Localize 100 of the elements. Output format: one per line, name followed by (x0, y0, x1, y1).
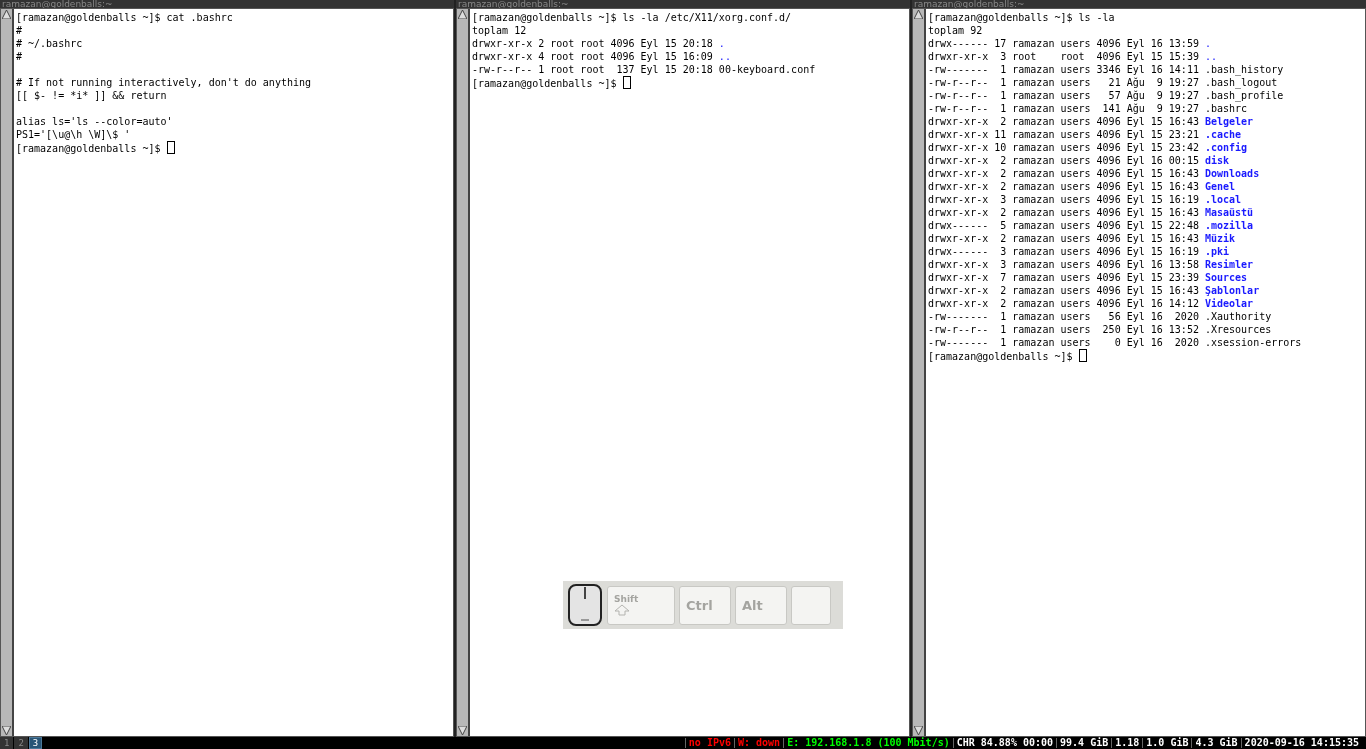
file-listing-line: drwxr-xr-x 2 ramazan users 4096 Eyl 15 16:43 (928, 181, 1199, 192)
file-listing-line: -rw------- 1 ramazan users 3346 Eyl 16 14:11 (928, 64, 1199, 75)
directory-name: disk (1204, 155, 1230, 166)
status-item: W: down (734, 738, 784, 748)
file-listing-line: drwx------ 5 ramazan users 4096 Eyl 15 22:48 (928, 220, 1199, 231)
directory-name: Masaüstü (1204, 207, 1254, 218)
file-name: .bash_profile (1204, 90, 1284, 101)
text-cursor (622, 76, 631, 89)
terminal-line: # ~/.bashrc (16, 38, 83, 49)
blank-key (791, 585, 831, 625)
terminal-line: # If not running interactively, don't do anything (16, 77, 311, 88)
text-cursor (166, 141, 175, 154)
shift-arrow-icon (614, 604, 630, 616)
shell-prompt: [ramazan@goldenballs ~]$ (16, 143, 161, 154)
directory-name: .cache (1204, 129, 1242, 140)
terminal-line: [ramazan@goldenballs ~]$ ls -la /etc/X11/xorg.conf.d/ (472, 12, 792, 23)
directory-name: .. (718, 51, 731, 62)
terminal-line: # (16, 51, 23, 62)
workspace-button[interactable]: 1 (0, 737, 14, 749)
file-listing-line: drwxr-xr-x 3 ramazan users 4096 Eyl 15 16:19 (928, 194, 1199, 205)
directory-name: Müzik (1204, 233, 1236, 244)
directory-name: Downloads (1204, 168, 1260, 179)
window-title: ramazan@goldenballs:~ (912, 0, 1366, 8)
file-listing-line: -rw-r--r-- 1 ramazan users 21 Ağu 9 19:27 (928, 77, 1199, 88)
file-listing-line: -rw-r--r-- 1 ramazan users 250 Eyl 16 13:52 (928, 324, 1199, 335)
file-listing-line: drwxr-xr-x 2 ramazan users 4096 Eyl 16 14:12 (928, 298, 1199, 309)
directory-name: Genel (1204, 181, 1236, 192)
status-item: no IPv6 (684, 738, 734, 748)
file-listing-line: drwxr-xr-x 2 ramazan users 4096 Eyl 15 16:43 (928, 168, 1199, 179)
file-name: .xsession-errors (1204, 337, 1302, 348)
file-listing-line: drwxr-xr-x 11 ramazan users 4096 Eyl 15 23:21 (928, 129, 1199, 140)
directory-name: .. (1204, 51, 1217, 62)
file-name: .Xresources (1204, 324, 1272, 335)
directory-name: Resimler (1204, 259, 1254, 270)
file-listing-line: drwxr-xr-x 3 ramazan users 4096 Eyl 16 13:58 (928, 259, 1199, 270)
terminal-line: [ramazan@goldenballs ~]$ ls -la (928, 12, 1115, 23)
terminal-line: toplam 92 (928, 25, 983, 36)
file-listing-line: -rw-r--r-- 1 ramazan users 141 Ağu 9 19:27 (928, 103, 1199, 114)
file-listing-line: drwxr-xr-x 7 ramazan users 4096 Eyl 15 23:39 (928, 272, 1199, 283)
directory-name: . (718, 38, 725, 49)
status-item: CHR 84.88% 00:00 (952, 738, 1057, 748)
file-name: .bashrc (1204, 103, 1248, 114)
file-name: .Xauthority (1204, 311, 1272, 322)
text-cursor (1078, 349, 1087, 362)
scroll-down-icon[interactable] (2, 726, 11, 735)
file-listing-line: drwxr-xr-x 3 root root 4096 Eyl 15 15:39 (928, 51, 1199, 62)
status-item: 4.3 GiB (1191, 738, 1241, 748)
directory-name: Sources (1204, 272, 1248, 283)
directory-name: .local (1204, 194, 1242, 205)
workspace-button[interactable]: 3 (28, 737, 43, 749)
scroll-up-icon[interactable] (914, 10, 923, 19)
directory-name: Belgeler (1204, 116, 1254, 127)
scrollbar[interactable] (457, 9, 470, 736)
scroll-down-icon[interactable] (458, 726, 467, 735)
file-listing-line: -rw-r--r-- 1 ramazan users 57 Ağu 9 19:27 (928, 90, 1199, 101)
status-item: E: 192.168.1.8 (100 Mbit/s) (783, 738, 953, 748)
file-listing-line: drwxr-xr-x 2 ramazan users 4096 Eyl 15 16:43 (928, 285, 1199, 296)
file-listing-line: drwxr-xr-x 4 root root 4096 Eyl 15 16:09 (472, 51, 713, 62)
window-title: ramazan@goldenballs:~ (0, 0, 454, 8)
scroll-up-icon[interactable] (458, 10, 467, 19)
file-listing-line: -rw-r--r-- 1 root root 137 Eyl 15 20:18 (472, 64, 713, 75)
file-listing-line: drwxr-xr-x 2 ramazan users 4096 Eyl 15 16:43 (928, 116, 1199, 127)
scrollbar[interactable] (913, 9, 926, 736)
terminal-line: [[ $- != *i* ]] && return (16, 90, 167, 101)
window-title: ramazan@goldenballs:~ (456, 0, 910, 8)
terminal-line: alias ls='ls --color=auto' (16, 116, 173, 127)
terminal-line: PS1='[\u@\h \W]\$ ' (16, 129, 131, 140)
directory-name: .config (1204, 142, 1248, 153)
terminal-line: [ramazan@goldenballs ~]$ cat .bashrc (16, 12, 233, 23)
terminal-line: toplam 12 (472, 25, 527, 36)
file-name: 00-keyboard.conf (718, 64, 816, 75)
shell-prompt: [ramazan@goldenballs ~]$ (928, 351, 1073, 362)
file-listing-line: drwxr-xr-x 10 ramazan users 4096 Eyl 15 23:42 (928, 142, 1199, 153)
status-item: 1.18 (1111, 738, 1143, 748)
file-listing-line: drwxr-xr-x 2 ramazan users 4096 Eyl 15 16:43 (928, 233, 1199, 244)
scrollbar[interactable] (1, 9, 14, 736)
directory-name: . (1204, 38, 1211, 49)
file-listing-line: drwxr-xr-x 2 ramazan users 4096 Eyl 16 00:15 (928, 155, 1199, 166)
key-cap: Ctrl (679, 585, 731, 625)
key-cap: Alt (735, 585, 787, 625)
scroll-up-icon[interactable] (2, 10, 11, 19)
file-listing-line: -rw------- 1 ramazan users 0 Eyl 16 2020 (928, 337, 1199, 348)
directory-name: Şablonlar (1204, 285, 1260, 296)
status-item: 1.0 GiB (1142, 738, 1192, 748)
scroll-down-icon[interactable] (914, 726, 923, 735)
file-listing-line: drwx------ 17 ramazan users 4096 Eyl 16 13:59 (928, 38, 1199, 49)
file-name: .bash_logout (1204, 77, 1278, 88)
directory-name: .mozilla (1204, 220, 1254, 231)
file-listing-line: drwxr-xr-x 2 ramazan users 4096 Eyl 15 16:43 (928, 207, 1199, 218)
terminal-line: # (16, 25, 23, 36)
shell-prompt: [ramazan@goldenballs ~]$ (472, 78, 617, 89)
workspace-button[interactable]: 2 (14, 737, 28, 749)
file-listing-line: drwxr-xr-x 2 root root 4096 Eyl 15 20:18 (472, 38, 713, 49)
status-item: 99.4 GiB (1056, 738, 1112, 748)
file-listing-line: -rw------- 1 ramazan users 56 Eyl 16 2020 (928, 311, 1199, 322)
status-item: 2020-09-16 14:15:35 (1240, 738, 1362, 748)
file-listing-line: drwx------ 3 ramazan users 4096 Eyl 15 16:19 (928, 246, 1199, 257)
shift-key: Shift (607, 585, 675, 625)
directory-name: .pki (1204, 246, 1230, 257)
file-name: .bash_history (1204, 64, 1284, 75)
